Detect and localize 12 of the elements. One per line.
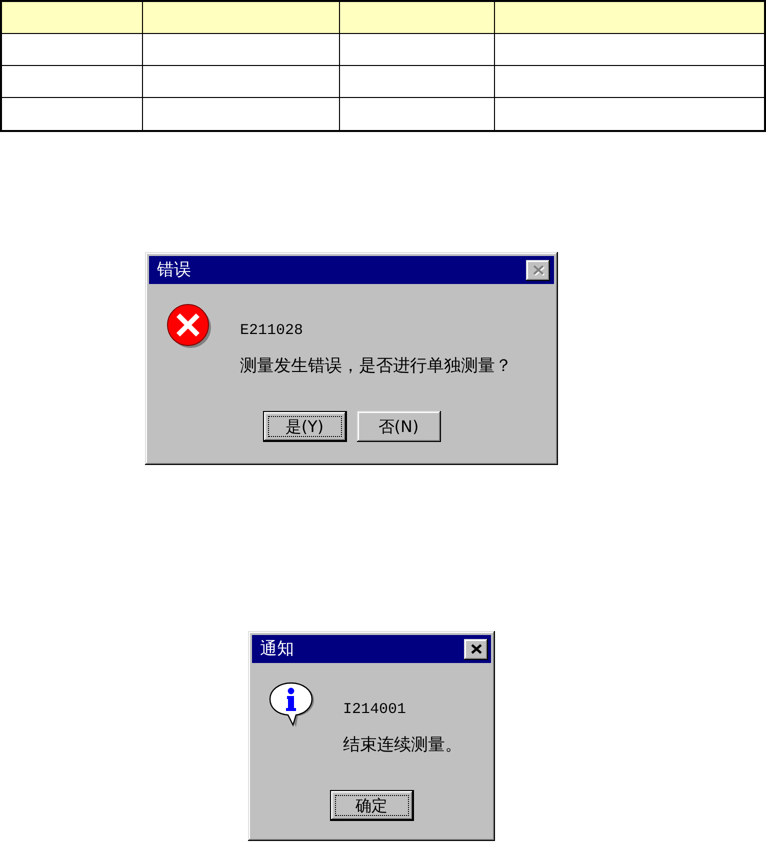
message-code: I214001 — [343, 701, 408, 719]
error-icon — [166, 303, 212, 349]
message-text: 结束连续测量。 — [343, 734, 462, 756]
message-text: 测量发生错误，是否进行单独测量？ — [240, 355, 512, 377]
info-icon — [269, 682, 315, 728]
close-button[interactable] — [464, 638, 488, 660]
dialog-button[interactable]: 确定 — [330, 790, 414, 821]
message-code: E211028 — [240, 322, 304, 340]
dialog-button[interactable]: 否(N) — [356, 411, 440, 442]
dialog-button[interactable]: 是(Y) — [262, 411, 346, 442]
window-title: 错误 — [157, 259, 191, 281]
window-title: 通知 — [260, 638, 294, 660]
